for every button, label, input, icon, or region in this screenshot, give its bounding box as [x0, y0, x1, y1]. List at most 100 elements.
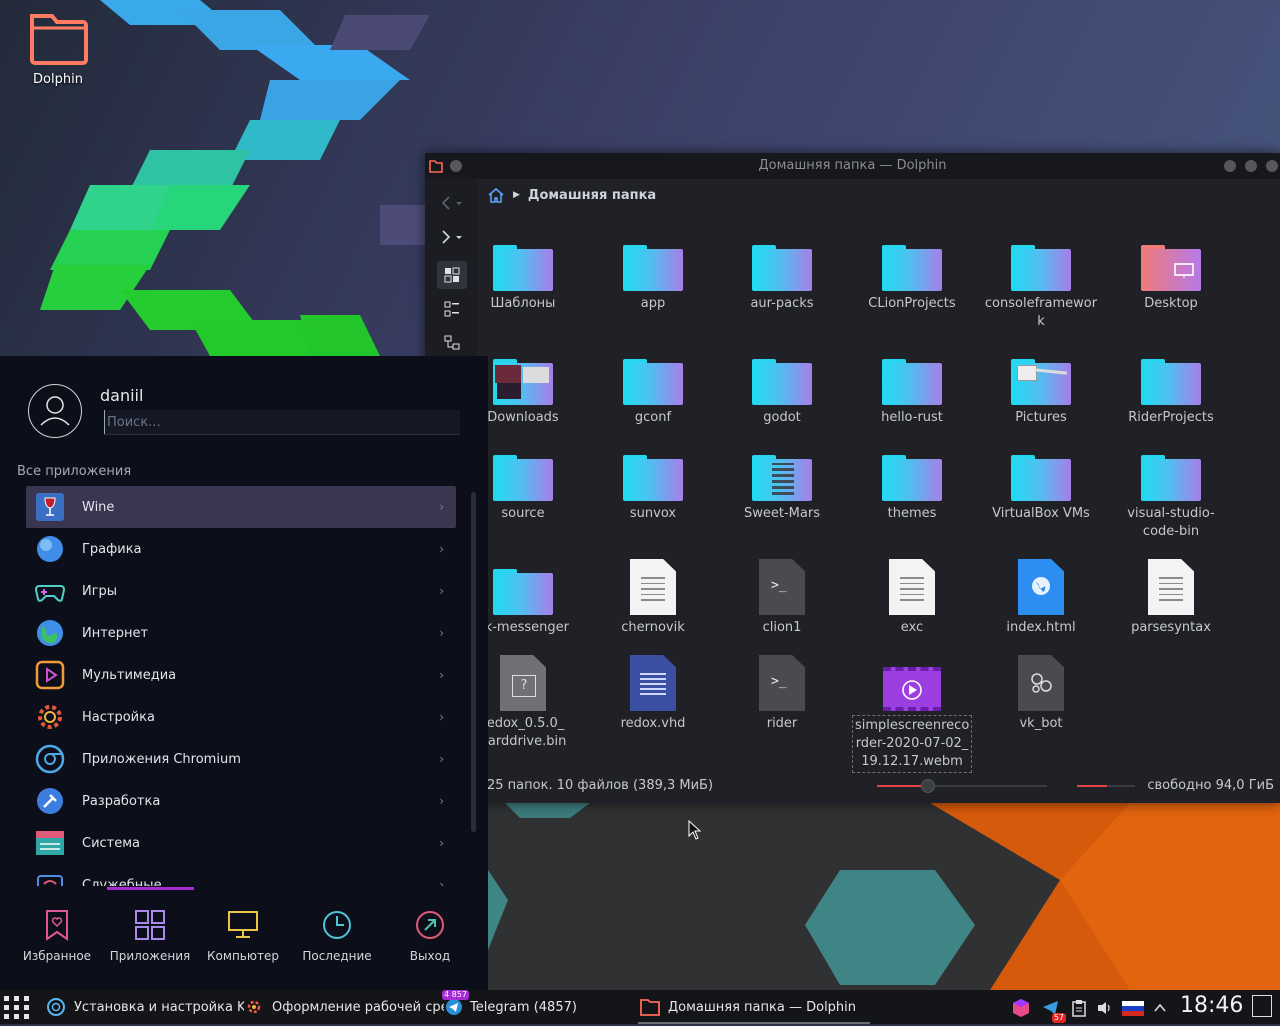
- file-item-label: simplescreenreco rder-2020-07-02_ 19.12.…: [852, 715, 972, 773]
- task-label: Установка и настройка Kvant...: [74, 999, 244, 1015]
- file-item[interactable]: redox.vhd: [593, 651, 713, 733]
- file-item[interactable]: app: [593, 231, 713, 313]
- dolphin-window[interactable]: Домашняя папка — Dolphin ▶ Домашняя папк…: [425, 153, 1280, 803]
- file-item[interactable]: hello-rust: [852, 345, 972, 427]
- window-title: Домашняя папка — Dolphin: [758, 158, 947, 173]
- chevron-up-icon[interactable]: [1150, 997, 1170, 1019]
- task-label: Домашняя папка — Dolphin: [668, 999, 857, 1015]
- file-item[interactable]: chernovik: [593, 555, 713, 637]
- games-icon: [34, 575, 66, 607]
- app-category-label: Настройка: [82, 709, 155, 725]
- file-item[interactable]: >_ clion1: [722, 555, 842, 637]
- chevron-right-icon: ›: [439, 542, 444, 556]
- app-category-list: Wine › Графика › Игры › Интернет › Мультимедиа › Н…: [26, 486, 456, 886]
- maximize-button[interactable]: [1245, 160, 1257, 172]
- tab-favorites[interactable]: Избранное: [12, 905, 102, 963]
- home-icon[interactable]: [487, 187, 505, 203]
- clock[interactable]: 18:46: [1180, 993, 1243, 1018]
- tray-telegram-icon[interactable]: 57: [1040, 997, 1066, 1023]
- breadcrumb[interactable]: ▶ Домашняя папка: [487, 184, 656, 206]
- tray-cube-icon[interactable]: [1010, 997, 1032, 1019]
- file-item[interactable]: gconf: [593, 345, 713, 427]
- file-item[interactable]: Шаблоны: [463, 231, 583, 313]
- user-avatar[interactable]: [28, 384, 82, 438]
- system-icon: [34, 827, 66, 859]
- task-dolphin[interactable]: Домашняя папка — Dolphin: [638, 992, 870, 1024]
- username: daniil: [100, 386, 144, 405]
- disk-image-icon: [630, 655, 676, 711]
- volume-icon[interactable]: [1094, 997, 1116, 1019]
- file-item[interactable]: godot: [722, 345, 842, 427]
- section-label: Все приложения: [17, 464, 132, 479]
- file-item-label: index.html: [1006, 620, 1076, 635]
- utilities-icon: [34, 869, 66, 886]
- task-desktop-setup[interactable]: Оформление рабочей среды...: [244, 996, 444, 1018]
- file-item[interactable]: themes: [852, 441, 972, 523]
- terminal-script-icon: >_: [759, 655, 805, 711]
- file-item[interactable]: Pictures: [981, 345, 1101, 427]
- app-category-settings[interactable]: Настройка ›: [26, 696, 456, 738]
- app-category-internet[interactable]: Интернет ›: [26, 612, 456, 654]
- search-box[interactable]: [104, 410, 460, 435]
- file-item[interactable]: sunvox: [593, 441, 713, 523]
- file-item[interactable]: >_ rider: [722, 651, 842, 733]
- application-launcher: daniil Все приложения Wine › Графика › Игры ›…: [0, 356, 488, 990]
- clipboard-icon[interactable]: [1068, 997, 1090, 1019]
- file-item[interactable]: exc: [852, 555, 972, 637]
- terminal-script-icon: >_: [759, 559, 805, 615]
- file-item-label: parsesyntax: [1131, 620, 1211, 635]
- show-desktop-button[interactable]: [1252, 995, 1272, 1017]
- file-item[interactable]: CLionProjects: [852, 231, 972, 313]
- zoom-slider[interactable]: [877, 779, 1047, 793]
- taskbar: Установка и настройка Kvant... Оформлени…: [0, 990, 1280, 1024]
- back-button[interactable]: [437, 189, 467, 217]
- file-item[interactable]: VirtualBox VMs: [981, 441, 1101, 523]
- tab-recent[interactable]: Последние: [292, 905, 382, 963]
- settings-icon: [34, 701, 66, 733]
- file-item[interactable]: consoleframewor k: [981, 231, 1101, 331]
- task-kvantum[interactable]: Установка и настройка Kvant...: [46, 996, 244, 1018]
- keyboard-layout-flag-icon[interactable]: [1121, 997, 1145, 1019]
- folder-icon: [493, 359, 553, 405]
- minimize-button[interactable]: [1224, 160, 1236, 172]
- app-category-chromium[interactable]: Приложения Chromium ›: [26, 738, 456, 780]
- file-item[interactable]: parsesyntax: [1111, 555, 1231, 637]
- app-category-system[interactable]: Система ›: [26, 822, 456, 864]
- app-category-graphics[interactable]: Графика ›: [26, 528, 456, 570]
- folder-icon: [1141, 359, 1201, 405]
- app-list-scrollbar[interactable]: [471, 492, 476, 832]
- app-category-utilities[interactable]: Служебные ›: [26, 864, 456, 886]
- app-launcher-button[interactable]: [2, 992, 34, 1022]
- app-category-development[interactable]: Разработка ›: [26, 780, 456, 822]
- tab-leave[interactable]: Выход: [385, 905, 475, 963]
- file-item[interactable]: RiderProjects: [1111, 345, 1231, 427]
- file-item[interactable]: vk_bot: [981, 651, 1101, 733]
- app-category-multimedia[interactable]: Мультимедиа ›: [26, 654, 456, 696]
- file-item[interactable]: Sweet-Mars: [722, 441, 842, 523]
- folder-icon: [1011, 359, 1071, 405]
- tab-applications[interactable]: Приложения: [105, 905, 195, 963]
- tray-badge: 57: [1051, 1013, 1066, 1023]
- search-input[interactable]: [104, 410, 460, 434]
- breadcrumb-current[interactable]: Домашняя папка: [528, 188, 656, 203]
- file-item[interactable]: visual-studio- code-bin: [1111, 441, 1231, 541]
- app-category-wine[interactable]: Wine ›: [26, 486, 456, 528]
- file-item[interactable]: aur-packs: [722, 231, 842, 313]
- app-category-games[interactable]: Игры ›: [26, 570, 456, 612]
- free-space-label: свободно 94,0 ГиБ: [1147, 778, 1274, 793]
- file-item[interactable]: Desktop: [1111, 231, 1231, 313]
- chevron-right-icon: ›: [439, 752, 444, 766]
- task-telegram[interactable]: 4 857 Telegram (4857): [442, 990, 624, 1018]
- zoom-slider-handle[interactable]: [921, 779, 935, 793]
- folder-icon: [752, 455, 812, 501]
- desktop-icon-dolphin[interactable]: Dolphin: [14, 8, 102, 87]
- breadcrumb-separator-icon: ▶: [513, 190, 520, 200]
- file-item[interactable]: index.html: [981, 555, 1101, 637]
- window-titlebar[interactable]: Домашняя папка — Dolphin: [425, 153, 1280, 179]
- close-button[interactable]: [1266, 160, 1278, 172]
- tab-computer[interactable]: Компьютер: [198, 905, 288, 963]
- chevron-right-icon: ›: [439, 668, 444, 682]
- file-item[interactable]: simplescreenreco rder-2020-07-02_ 19.12.…: [852, 651, 972, 773]
- recent-icon: [292, 905, 382, 945]
- chevron-right-icon: ›: [439, 626, 444, 640]
